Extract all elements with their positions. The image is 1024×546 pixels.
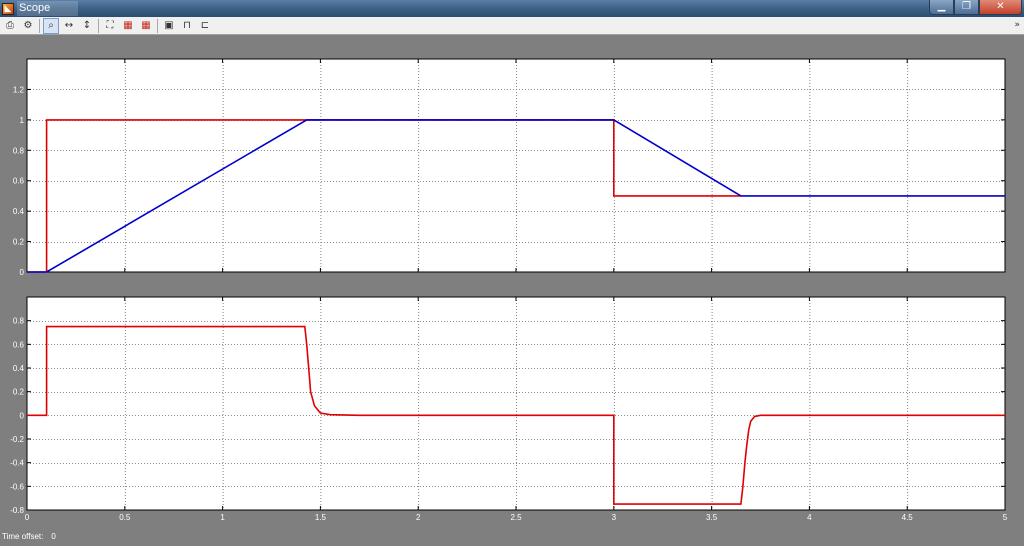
x-tick-label: 0	[25, 513, 30, 522]
toolbar: ⎙ ⚙ ⌕ ↔ ↕ ⛶ ▦ ▦ ▣ ⊓ ⊏ »	[0, 17, 1024, 35]
maximize-icon: ❐	[962, 1, 971, 12]
y-tick-label: 0.4	[13, 364, 25, 373]
zoom-y-button[interactable]: ↕	[79, 18, 95, 34]
close-button[interactable]: ✕	[979, 0, 1022, 15]
parameters-icon: ⚙	[23, 19, 33, 31]
lock-axes-icon: ⊓	[183, 19, 191, 31]
y-tick-label: 0.2	[13, 238, 25, 247]
time-offset-value: 0	[51, 532, 56, 541]
signal-selector-icon: ⊏	[200, 19, 210, 31]
minimize-button[interactable]: ▁	[929, 0, 954, 15]
y-tick-label: -0.6	[10, 482, 24, 491]
x-tick-label: 5	[1003, 513, 1008, 522]
restore-axes-settings-button[interactable]: ▦	[138, 18, 154, 34]
zoom-y-icon: ↕	[82, 19, 92, 31]
zoom-icon: ⌕	[48, 19, 54, 31]
bottom-axes[interactable]: -0.8 -0.6 -0.4 -0.2 0 0.2 0.4 0.6 0.8 0 0.5 1 1.5 2 2.…	[10, 296, 1008, 522]
top-axes[interactable]: 0 0.2 0.4 0.6 0.8 1 1.2	[13, 58, 1006, 277]
matlab-scope-icon[interactable]: ◣	[2, 2, 14, 15]
autoscale-icon: ⛶	[106, 19, 114, 31]
lock-axes-button[interactable]: ⊓	[179, 18, 195, 34]
toolbar-separator	[39, 18, 40, 33]
toolbar-separator	[98, 18, 99, 33]
parameters-button[interactable]: ⚙	[20, 18, 36, 34]
x-tick-label: 4.5	[902, 513, 914, 522]
zoom-x-icon: ↔	[64, 19, 74, 31]
y-tick-label: 0.6	[13, 177, 25, 186]
axes-background	[26, 296, 1006, 511]
time-offset-label: Time offset:	[2, 532, 44, 541]
y-tick-label: 1.2	[13, 85, 25, 94]
window-controls: ▁ ❐ ✕	[929, 0, 1022, 15]
scope-plots: 0 0.2 0.4 0.6 0.8 1 1.2 -0.8 -0.6 -0.4 -0.2 0 0.2 0.…	[10, 58, 1008, 522]
print-icon: ⎙	[6, 19, 14, 31]
y-tick-label: 0.8	[13, 317, 25, 326]
x-tick-label: 0.5	[119, 513, 131, 522]
y-tick-label: 0.8	[13, 146, 25, 155]
y-tick-label: -0.4	[10, 459, 24, 468]
floating-scope-button[interactable]: ▣	[161, 18, 177, 34]
x-tick-label: 4	[807, 513, 812, 522]
toolbar-separator	[157, 18, 158, 33]
restore-axes-settings-icon: ▦	[141, 19, 151, 31]
autoscale-button[interactable]: ⛶	[102, 18, 118, 34]
signal-selector-button[interactable]: ⊏	[197, 18, 213, 34]
zoom-x-button[interactable]: ↔	[61, 18, 77, 34]
x-tick-label: 1	[220, 513, 225, 522]
x-tick-label: 2	[416, 513, 421, 522]
y-tick-label: -0.2	[10, 435, 24, 444]
window-title: Scope	[17, 1, 79, 16]
y-tick-label: 0.4	[13, 207, 25, 216]
y-tick-label: -0.8	[10, 506, 24, 515]
save-axes-settings-button[interactable]: ▦	[120, 18, 136, 34]
y-tick-label: 0.6	[13, 340, 25, 349]
floating-scope-icon: ▣	[164, 19, 174, 31]
minimize-icon: ▁	[937, 1, 946, 12]
toolbar-overflow-icon[interactable]: »	[1014, 20, 1020, 30]
y-tick-label: 1	[20, 116, 25, 125]
close-icon: ✕	[996, 1, 1005, 12]
zoom-button[interactable]: ⌕	[43, 17, 59, 34]
axes-background	[26, 58, 1006, 273]
y-tick-label: 0	[20, 411, 25, 420]
save-axes-settings-icon: ▦	[123, 19, 133, 31]
y-tick-label: 0.2	[13, 388, 25, 397]
title-bar: ◣ Scope ▁ ❐ ✕	[0, 0, 1024, 17]
x-tick-label: 3	[612, 513, 617, 522]
time-offset-readout: Time offset: 0	[2, 532, 56, 544]
y-tick-label: 0	[20, 268, 25, 277]
x-tick-label: 2.5	[510, 513, 522, 522]
maximize-button[interactable]: ❐	[954, 0, 979, 15]
x-tick-label: 1.5	[315, 513, 327, 522]
x-tick-label: 3.5	[706, 513, 718, 522]
print-button[interactable]: ⎙	[2, 18, 18, 34]
